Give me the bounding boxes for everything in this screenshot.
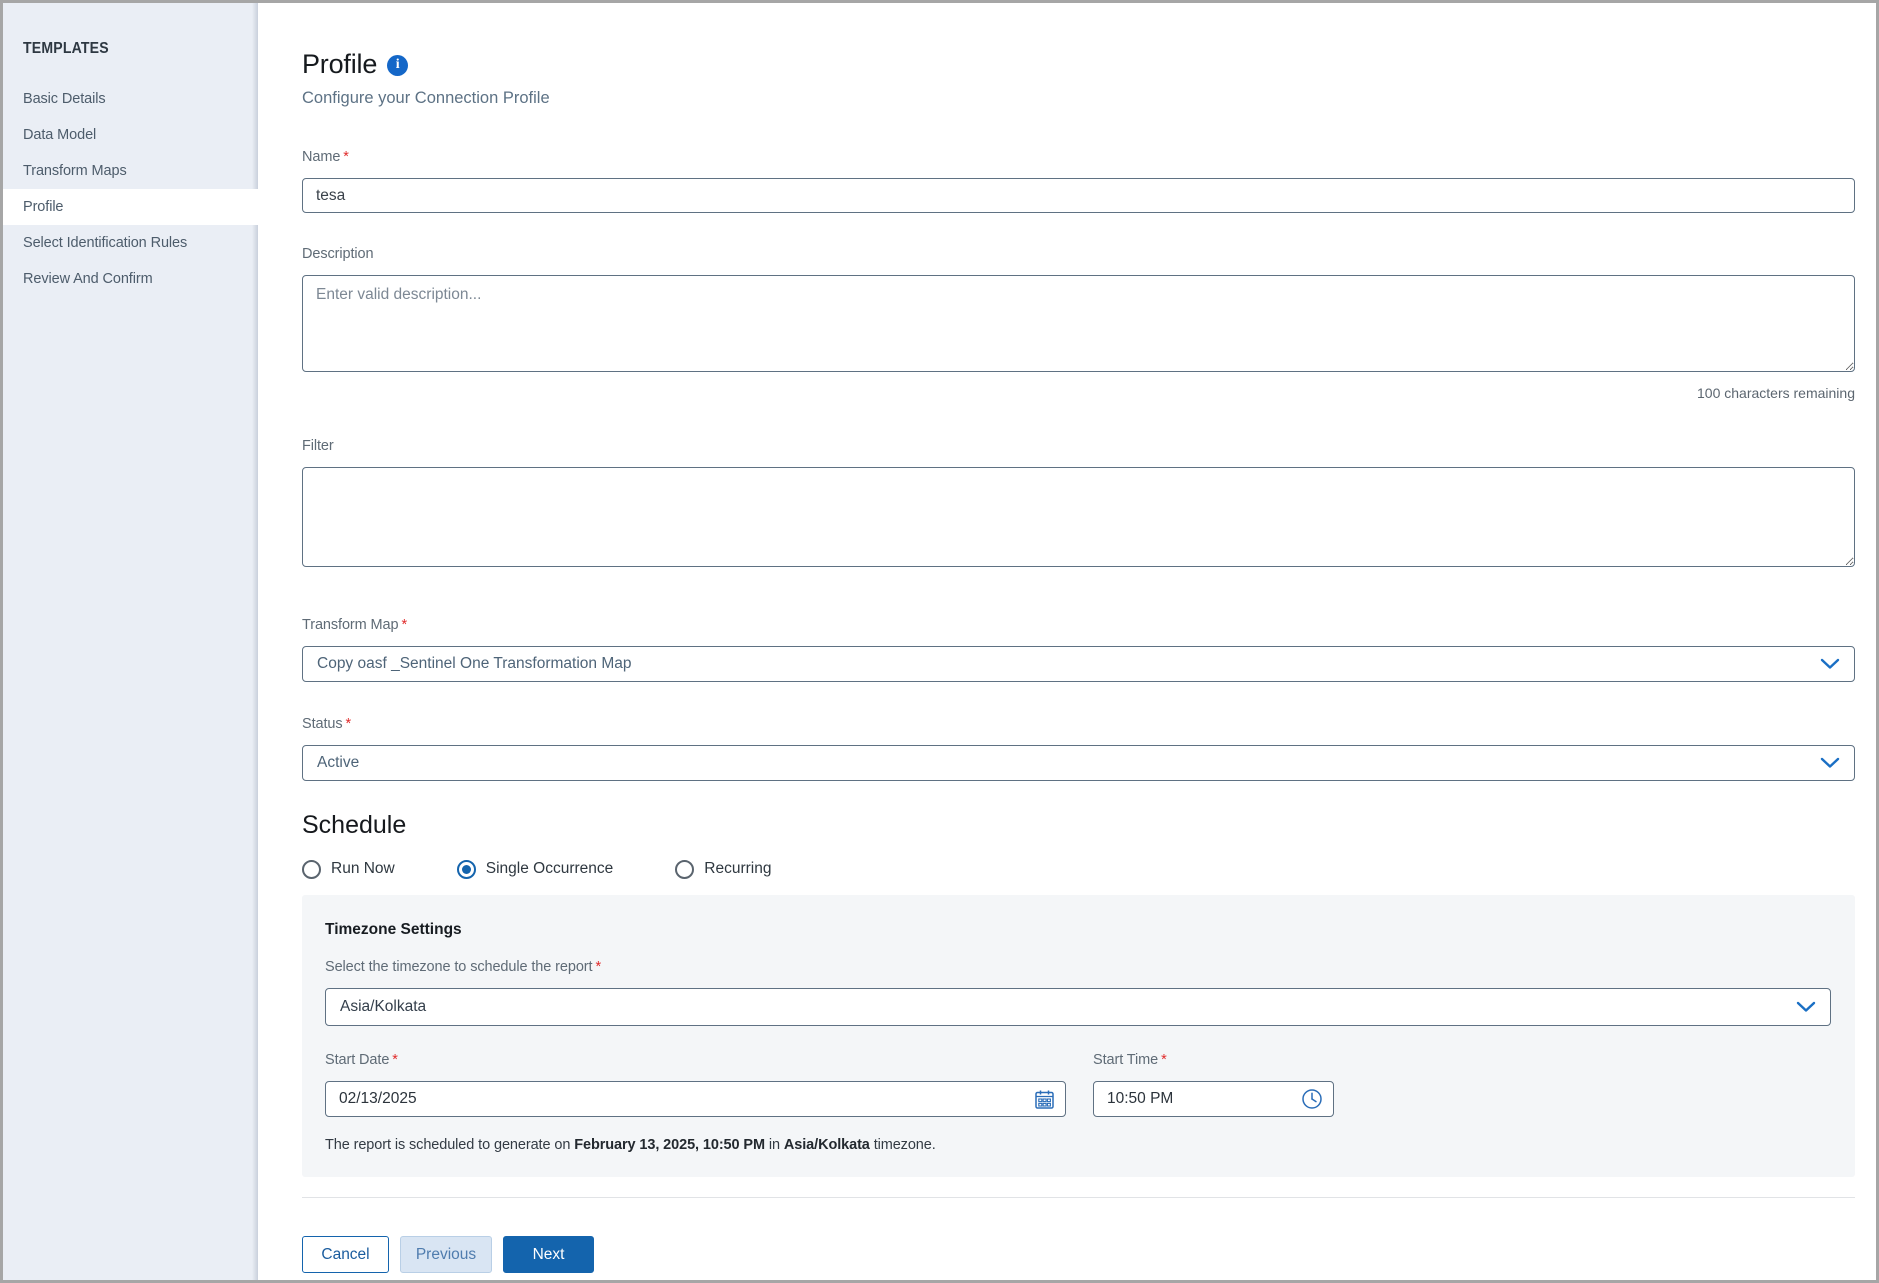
chevron-down-icon	[1820, 757, 1840, 769]
next-button[interactable]: Next	[503, 1236, 594, 1273]
start-date-field-group: Start Date*	[325, 1052, 1066, 1117]
radio-single-occurrence[interactable]: Single Occurrence	[457, 860, 614, 879]
required-asterisk: *	[343, 149, 349, 165]
templates-sidebar: TEMPLATES Basic Details Data Model Trans…	[3, 3, 258, 1280]
transform-map-select[interactable]: Copy oasf _Sentinel One Transformation M…	[302, 646, 1855, 682]
profile-wizard-page: TEMPLATES Basic Details Data Model Trans…	[0, 0, 1879, 1283]
note-timezone: Asia/Kolkata	[784, 1137, 870, 1153]
filter-field-group: Filter	[302, 438, 1855, 572]
timezone-settings-heading: Timezone Settings	[325, 921, 1832, 939]
page-subtitle: Configure your Connection Profile	[302, 89, 1855, 109]
radio-circle-icon	[675, 860, 694, 879]
description-field-group: Description 100 characters remaining	[302, 246, 1855, 402]
required-asterisk: *	[392, 1052, 398, 1068]
start-date-label: Start Date*	[325, 1052, 1066, 1069]
info-icon[interactable]: i	[387, 55, 408, 76]
footer-buttons: Cancel Previous Next	[302, 1236, 1855, 1273]
chevron-down-icon	[1796, 1001, 1816, 1013]
previous-button[interactable]: Previous	[400, 1236, 492, 1273]
transform-map-field-group: Transform Map* Copy oasf _Sentinel One T…	[302, 617, 1855, 682]
radio-circle-icon	[302, 860, 321, 879]
schedule-note: The report is scheduled to generate on F…	[325, 1137, 1832, 1155]
date-time-row: Start Date*	[325, 1052, 1832, 1117]
required-asterisk: *	[595, 959, 601, 975]
transform-map-selected-value: Copy oasf _Sentinel One Transformation M…	[317, 655, 631, 673]
sidebar-item-basic-details[interactable]: Basic Details	[3, 81, 258, 117]
page-title-row: Profile i	[302, 49, 1855, 79]
start-date-input[interactable]	[339, 1090, 1034, 1108]
required-asterisk: *	[1161, 1052, 1167, 1068]
description-label: Description	[302, 246, 1855, 263]
sidebar-title: TEMPLATES	[23, 39, 230, 59]
footer-divider	[302, 1197, 1855, 1198]
status-select[interactable]: Active	[302, 745, 1855, 781]
clock-icon[interactable]	[1301, 1088, 1323, 1110]
start-time-field-group: Start Time*	[1093, 1052, 1334, 1117]
sidebar-item-review-and-confirm[interactable]: Review And Confirm	[3, 261, 258, 297]
filter-label: Filter	[302, 438, 1855, 455]
radio-run-now[interactable]: Run Now	[302, 860, 395, 879]
sidebar-item-data-model[interactable]: Data Model	[3, 117, 258, 153]
chevron-down-icon	[1820, 658, 1840, 670]
name-label: Name*	[302, 149, 1855, 166]
timezone-label: Select the timezone to schedule the repo…	[325, 959, 1832, 976]
required-asterisk: *	[346, 716, 352, 732]
start-time-input-wrapper	[1093, 1081, 1334, 1117]
start-time-label: Start Time*	[1093, 1052, 1334, 1069]
start-time-input[interactable]	[1107, 1090, 1301, 1108]
page-title: Profile	[302, 49, 377, 80]
schedule-heading: Schedule	[302, 811, 1855, 839]
start-date-input-wrapper	[325, 1081, 1066, 1117]
sidebar-item-select-identification-rules[interactable]: Select Identification Rules	[3, 225, 258, 261]
radio-circle-icon	[457, 860, 476, 879]
timezone-selected-value: Asia/Kolkata	[340, 998, 426, 1016]
name-input[interactable]	[302, 178, 1855, 213]
transform-map-label: Transform Map*	[302, 617, 1855, 634]
description-textarea[interactable]	[302, 275, 1855, 372]
calendar-icon[interactable]	[1034, 1089, 1055, 1110]
timezone-settings-panel: Timezone Settings Select the timezone to…	[302, 895, 1855, 1177]
radio-recurring[interactable]: Recurring	[675, 860, 771, 879]
sidebar-item-transform-maps[interactable]: Transform Maps	[3, 153, 258, 189]
note-datetime: February 13, 2025, 10:50 PM	[574, 1137, 765, 1153]
cancel-button[interactable]: Cancel	[302, 1236, 389, 1273]
filter-textarea[interactable]	[302, 467, 1855, 567]
main-content: Profile i Configure your Connection Prof…	[258, 3, 1876, 1280]
timezone-select[interactable]: Asia/Kolkata	[325, 988, 1831, 1026]
sidebar-item-profile[interactable]: Profile	[3, 189, 264, 225]
schedule-type-radio-group: Run Now Single Occurrence Recurring	[302, 859, 1855, 879]
characters-remaining-counter: 100 characters remaining	[302, 385, 1855, 402]
required-asterisk: *	[401, 617, 407, 633]
status-field-group: Status* Active	[302, 716, 1855, 781]
status-label: Status*	[302, 716, 1855, 733]
status-selected-value: Active	[317, 754, 359, 772]
name-field-group: Name*	[302, 149, 1855, 213]
